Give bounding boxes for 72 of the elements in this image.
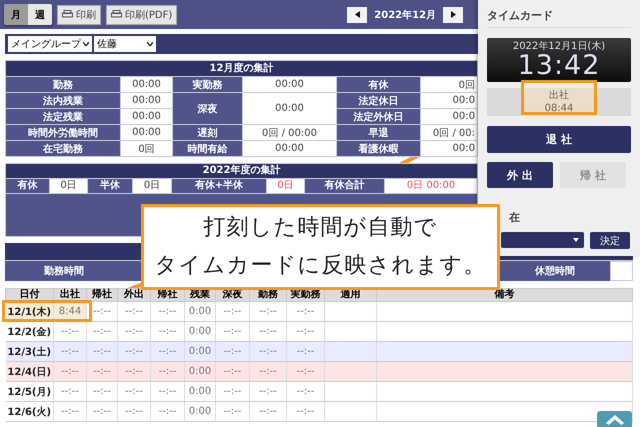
column-header: 帰社 (86, 288, 118, 302)
column-header: 備考 (376, 288, 632, 302)
column-header: 出社 (54, 288, 86, 302)
clock-date: 2022年12月1日(木) (512, 40, 606, 52)
print-button[interactable]: 印刷 (57, 4, 101, 24)
table-cell: 0回 (421, 77, 477, 92)
table-cell: 00:0 (421, 109, 477, 124)
table-cell: 00:00 (121, 125, 172, 140)
table-label: 法定残業 (6, 109, 120, 124)
punch-button[interactable]: 退 社 (487, 126, 631, 153)
table-label: 法内残業 (6, 93, 120, 108)
callout-text: タイムカードに反映されます。 (154, 252, 486, 280)
table-cell: --:-- (86, 402, 118, 422)
table-cell: --:-- (286, 402, 324, 422)
view-tab[interactable]: 月 (4, 4, 28, 25)
table-cell: --:-- (118, 402, 150, 422)
person-select[interactable]: 佐藤 (94, 36, 156, 52)
table-cell: 00:00 (121, 77, 172, 92)
table-cell: --:-- (150, 402, 184, 422)
table-label: 有休 (6, 178, 50, 194)
table-cell: --:-- (216, 402, 250, 422)
table-label: 深夜 (173, 93, 242, 124)
callout-text: 打刻した時間が自動で (204, 214, 438, 242)
confirm-button[interactable]: 決定 (590, 232, 630, 249)
table-cell: 00:00 (121, 109, 172, 124)
table-cell: 0:00 (184, 402, 216, 422)
table-title: 12月度の集計 (6, 61, 477, 76)
table-label: 休憩時間 (534, 264, 576, 279)
table-cell: 00:0 (421, 93, 477, 108)
print-button[interactable]: 印刷(PDF) (106, 4, 178, 24)
table-label: 有休合計 (304, 178, 384, 194)
table-label: 勤務時間 (43, 264, 85, 279)
section-title: 在 (508, 210, 521, 225)
table-label: 有休 (337, 77, 420, 92)
table-label: 法定休日 (337, 93, 420, 108)
month-label: 2022年12月 (374, 8, 436, 22)
view-tab[interactable]: 週 (28, 4, 52, 25)
punch-button[interactable]: 外 出 (487, 162, 553, 188)
panel-title: タイムカード (487, 8, 631, 28)
table-cell: 00:00 (243, 77, 336, 92)
group-select[interactable]: メイングループ (8, 36, 92, 52)
table-cell: 0日 (266, 178, 304, 194)
table-cell: 0日 00:00 (384, 178, 478, 194)
table-cell: 0回 / 00:00 (243, 125, 336, 140)
table-cell: --:-- (54, 402, 86, 422)
date-cell: 12/6(火) (6, 402, 54, 422)
table-cell: 0日 (50, 178, 88, 194)
column-header: 外出 (118, 288, 150, 302)
table-label: 早退 (337, 125, 420, 140)
table-label: 半休 (88, 178, 132, 194)
clock-time: 13:42 (518, 52, 600, 80)
table-cell: --:-- (250, 402, 286, 422)
table-label: 有休+半休 (172, 178, 266, 194)
table-label: 時間有給 (173, 141, 242, 156)
table-cell: 0回 (121, 141, 172, 156)
table-label: 遅刻 (173, 125, 242, 140)
table-cell: 00:0 (421, 141, 477, 156)
table-label: 勤務 (6, 77, 120, 92)
table-label: 実勤務 (173, 77, 242, 92)
table-label: 看護休暇 (337, 141, 420, 156)
table-cell: 0回 / 00: (421, 125, 477, 140)
table-label: 法定外休日 (337, 109, 420, 124)
table-label: 時間外労働時間 (6, 125, 120, 140)
table-label: 在宅勤務 (6, 141, 120, 156)
status-label: 出社 (549, 89, 569, 102)
table-cell: 00:00 (243, 93, 336, 124)
status-time: 08:44 (544, 102, 574, 115)
column-header: 日付 (6, 288, 54, 302)
table-cell: 0日 (132, 178, 172, 194)
table-title: 2022年度の集計 (6, 164, 478, 178)
table-cell: 00:00 (243, 141, 336, 156)
table-cell: 00:00 (121, 93, 172, 108)
